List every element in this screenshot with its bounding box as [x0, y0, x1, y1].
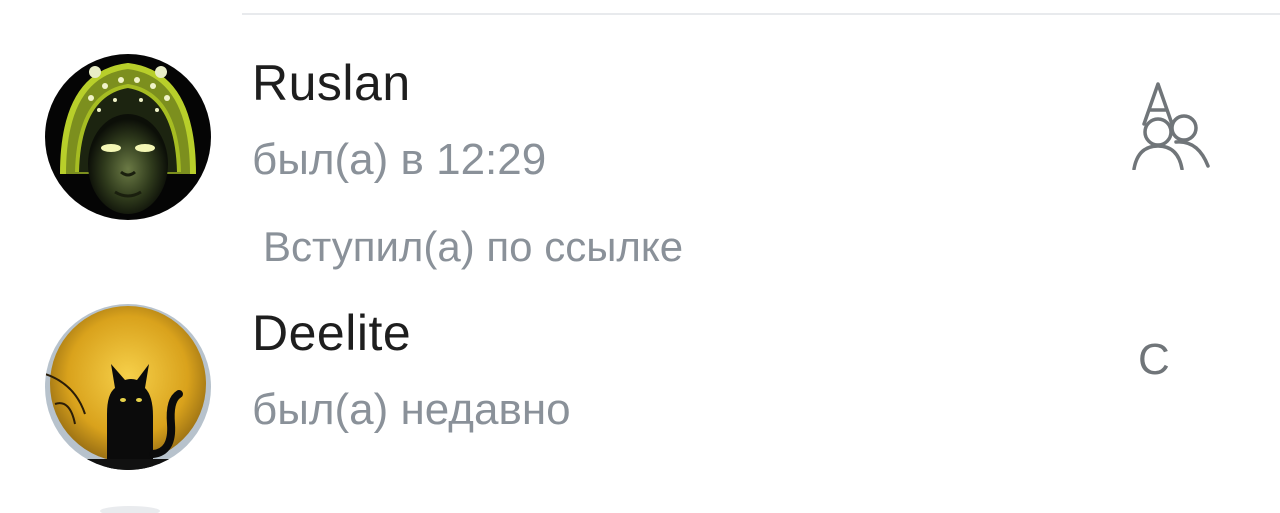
- joined-via-link-note: Вступил(а) по ссылке: [263, 223, 684, 270]
- divider: [242, 13, 1280, 15]
- member-row-deelite[interactable]: Deelite был(а) недавно С: [0, 300, 1280, 480]
- group-icon: [1132, 82, 1210, 170]
- member-name: Deelite: [252, 305, 412, 361]
- last-seen-status: был(а) в 12:29: [252, 135, 547, 184]
- avatar-image: [45, 54, 211, 220]
- avatar-image: [45, 304, 211, 470]
- role-letter: С: [1138, 335, 1170, 384]
- members-list: Ruslan был(а) в 12:29 Вступил(а) по ссыл…: [0, 0, 1280, 513]
- next-avatar-peek: [100, 506, 160, 513]
- avatar[interactable]: [45, 304, 211, 470]
- member-name: Ruslan: [252, 55, 411, 111]
- member-row-ruslan[interactable]: Ruslan был(а) в 12:29 Вступил(а) по ссыл…: [0, 50, 1280, 280]
- last-seen-status: был(а) недавно: [252, 385, 571, 434]
- avatar[interactable]: [45, 54, 211, 220]
